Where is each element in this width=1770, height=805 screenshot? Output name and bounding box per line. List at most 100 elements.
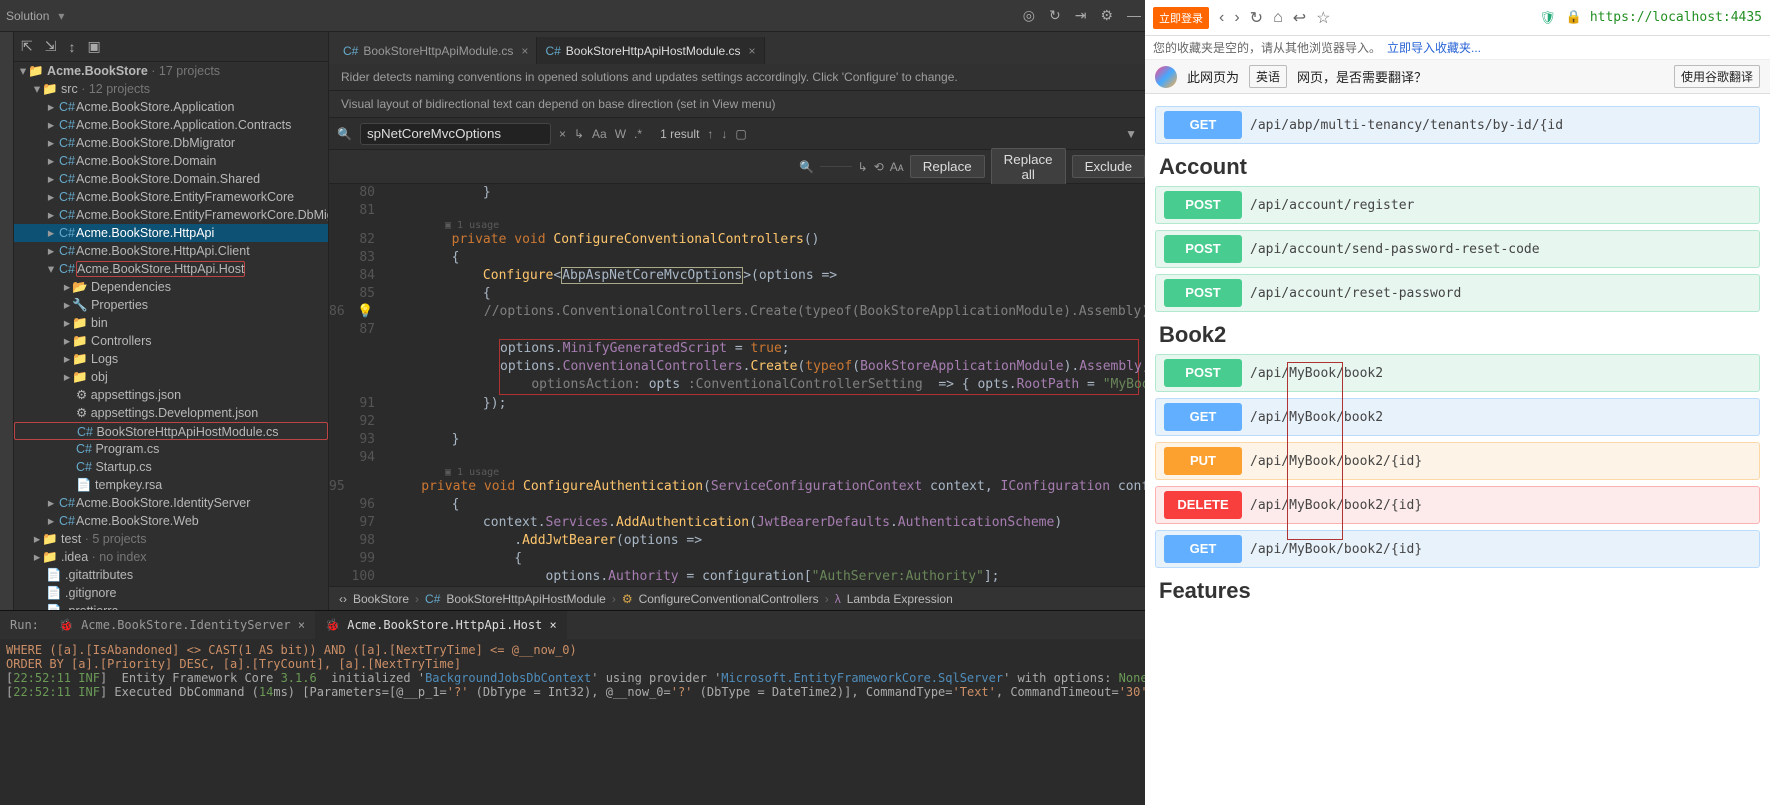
file-item[interactable]: C# Startup.cs [14, 458, 328, 476]
back-icon[interactable]: ‹ [1219, 9, 1224, 27]
save-icon[interactable]: ▣ [87, 38, 100, 55]
solution-label[interactable]: Solution▾ [6, 9, 64, 23]
file-item[interactable]: C# Program.cs [14, 440, 328, 458]
star-icon[interactable]: ☆ [1316, 8, 1330, 28]
exclude-button[interactable]: Exclude [1072, 155, 1145, 178]
target-icon[interactable]: ◎ [1023, 7, 1035, 24]
api-row[interactable]: POST/api/MyBook/book2 [1155, 354, 1760, 392]
gear-icon[interactable]: ⚙ [1100, 7, 1113, 24]
folder-item[interactable]: ▸📁 bin [14, 314, 328, 332]
collapse-all-icon[interactable]: ⇲ [45, 38, 57, 55]
project-item[interactable]: ▸C#Acme.BookStore.EntityFrameworkCore.Db… [14, 206, 328, 224]
api-row[interactable]: GET/api/MyBook/book2/{id} [1155, 530, 1760, 568]
close-icon[interactable]: × [749, 44, 756, 58]
translate-icon [1155, 66, 1177, 88]
file-host-module[interactable]: C# BookStoreHttpApiHostModule.cs [14, 422, 328, 440]
home-icon[interactable]: ⌂ [1273, 9, 1283, 27]
project-item[interactable]: ▸C#Acme.BookStore.Application.Contracts [14, 116, 328, 134]
result-count: 1 result [660, 127, 699, 141]
file-item[interactable]: 📄 tempkey.rsa [14, 476, 328, 494]
log-line: WHERE ([a].[IsAbandoned] <> CAST(1 AS bi… [6, 643, 1139, 657]
file-item[interactable]: ⚙ appsettings.json [14, 386, 328, 404]
login-button[interactable]: 立即登录 [1153, 7, 1209, 29]
bidi-notice: Visual layout of bidirectional text can … [329, 91, 1145, 118]
api-row[interactable]: POST/api/account/register [1155, 186, 1760, 224]
project-httpapi-host[interactable]: ▾C#Acme.BookStore.HttpApi.Host [14, 260, 328, 278]
run-label: Run: [0, 611, 49, 639]
api-row[interactable]: POST/api/account/reset-password [1155, 274, 1760, 312]
project-web[interactable]: ▸C#Acme.BookStore.Web [14, 512, 328, 530]
group-book2[interactable]: Book2 [1159, 322, 1760, 348]
clear-icon[interactable]: × [559, 127, 566, 141]
expand-all-icon[interactable]: ⇱ [21, 38, 33, 55]
search-bar: 🔍 × ↳ AaW.* 1 result ↑ ↓ ▢ ▼ [329, 118, 1145, 150]
search-input[interactable] [360, 123, 551, 145]
folder-item[interactable]: ▸📁 Controllers [14, 332, 328, 350]
src-folder[interactable]: ▾📁 src · 12 projects [14, 80, 328, 98]
select-all-icon[interactable]: ▢ [735, 127, 746, 141]
code-editor[interactable]: 80 } 81 ▣ 1 usage 82 private void Config… [329, 184, 1145, 586]
replace-all-button[interactable]: Replace all [991, 148, 1066, 186]
group-account[interactable]: Account [1159, 154, 1760, 180]
log-line: ORDER BY [a].[Priority] DESC, [a].[TryCo… [6, 657, 1139, 671]
api-row[interactable]: POST/api/account/send-password-reset-cod… [1155, 230, 1760, 268]
project-identity[interactable]: ▸C#Acme.BookStore.IdentityServer [14, 494, 328, 512]
regex-icon[interactable]: ↳ [574, 127, 584, 141]
filter-icon[interactable]: ▼ [1125, 127, 1137, 141]
bookmark-bar: 您的收藏夹是空的，请从其他浏览器导入。立即导入收藏夹... [1145, 36, 1770, 60]
search-icon: 🔍 [337, 127, 352, 141]
api-row[interactable]: DELETE/api/MyBook/book2/{id} [1155, 486, 1760, 524]
naming-notice: Rider detects naming conventions in open… [329, 64, 1145, 91]
forward-icon[interactable]: › [1234, 9, 1239, 27]
close-icon[interactable]: × [521, 44, 528, 58]
editor-tabs: C#BookStoreHttpApiModule.cs× C#BookStore… [329, 32, 1145, 64]
tab-hostmodule[interactable]: C#BookStoreHttpApiHostModule.cs× [537, 37, 764, 64]
collapse-icon[interactable]: ⇥ [1075, 7, 1087, 24]
project-item[interactable]: ▸C#Acme.BookStore.Domain.Shared [14, 170, 328, 188]
ide-top-bar: Solution▾ ◎ ↻ ⇥ ⚙ — [0, 0, 1145, 32]
lang-pill[interactable]: 英语 [1249, 65, 1287, 88]
scroll-icon[interactable]: ↕ [68, 39, 75, 55]
api-row[interactable]: PUT/api/MyBook/book2/{id} [1155, 442, 1760, 480]
refresh-icon[interactable]: ↻ [1049, 7, 1061, 24]
translate-bar: 此网页为 英语 网页，是否需要翻译？ 使用谷歌翻译 [1145, 60, 1770, 94]
solution-explorer[interactable]: ⇱ ⇲ ↕ ▣ ▾📁 Acme.BookStore · 17 projects … [14, 32, 329, 610]
dotfile[interactable]: 📄 .gitignore [14, 584, 328, 602]
swagger-panel[interactable]: GET/api/abp/multi-tenancy/tenants/by-id/… [1145, 94, 1770, 805]
project-httpapi-client[interactable]: ▸C#Acme.BookStore.HttpApi.Client [14, 242, 328, 260]
folder-item[interactable]: ▸📂 Dependencies [14, 278, 328, 296]
terminal-panel[interactable]: Run: 🐞 Acme.BookStore.IdentityServer × 🐞… [0, 610, 1145, 805]
project-item[interactable]: ▸C#Acme.BookStore.Domain [14, 152, 328, 170]
url-bar[interactable]: 🔒 https://localhost:4435 [1566, 10, 1762, 25]
breadcrumb-bar[interactable]: ‹›BookStore› C#BookStoreHttpApiHostModul… [329, 586, 1145, 610]
project-item[interactable]: ▸C#Acme.BookStore.Application [14, 98, 328, 116]
term-tab-identity[interactable]: 🐞 Acme.BookStore.IdentityServer × [49, 611, 315, 639]
hide-icon[interactable]: — [1127, 7, 1141, 24]
translate-button[interactable]: 使用谷歌翻译 [1674, 65, 1760, 88]
back-history-icon[interactable]: ↩ [1293, 8, 1306, 28]
term-tab-host[interactable]: 🐞 Acme.BookStore.HttpApi.Host × [315, 611, 567, 639]
project-item[interactable]: ▸C#Acme.BookStore.EntityFrameworkCore [14, 188, 328, 206]
log-line: [22:52:11 INF] Entity Framework Core 3.1… [6, 671, 1139, 685]
folder-item[interactable]: ▸📁 Logs [14, 350, 328, 368]
dotfile[interactable]: 📄 .prettierrc [14, 602, 328, 610]
log-line: [22:52:11 INF] Executed DbCommand (14ms)… [6, 685, 1139, 699]
next-icon[interactable]: ↓ [721, 127, 727, 141]
solution-root[interactable]: ▾📁 Acme.BookStore · 17 projects [14, 62, 328, 80]
api-row[interactable]: GET/api/abp/multi-tenancy/tenants/by-id/… [1155, 106, 1760, 144]
api-row[interactable]: GET/api/MyBook/book2 [1155, 398, 1760, 436]
prev-icon[interactable]: ↑ [707, 127, 713, 141]
group-features[interactable]: Features [1159, 578, 1760, 604]
folder-item[interactable]: ▸📁 obj [14, 368, 328, 386]
folder-item[interactable]: ▸🔧 Properties [14, 296, 328, 314]
replace-button[interactable]: Replace [910, 155, 985, 178]
dotfile[interactable]: 📄 .gitattributes [14, 566, 328, 584]
import-link[interactable]: 立即导入收藏夹... [1387, 39, 1481, 56]
idea-folder[interactable]: ▸📁 .idea · no index [14, 548, 328, 566]
file-item[interactable]: ⚙ appsettings.Development.json [14, 404, 328, 422]
reload-icon[interactable]: ↻ [1250, 8, 1263, 28]
test-folder[interactable]: ▸📁 test · 5 projects [14, 530, 328, 548]
project-httpapi[interactable]: ▸C#Acme.BookStore.HttpApi [14, 224, 328, 242]
project-item[interactable]: ▸C#Acme.BookStore.DbMigrator [14, 134, 328, 152]
tab-module[interactable]: C#BookStoreHttpApiModule.cs× [335, 37, 537, 64]
